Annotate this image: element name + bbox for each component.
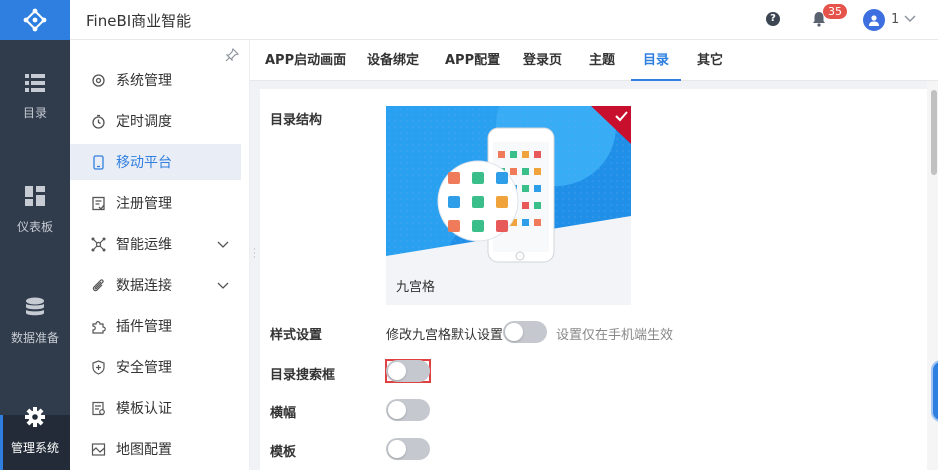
submenu-item-plugins[interactable]: 插件管理 <box>70 308 241 344</box>
logo[interactable] <box>0 0 70 40</box>
toggle-knob <box>505 323 523 341</box>
chevron-down-icon <box>217 282 229 289</box>
timer-icon <box>90 113 106 129</box>
submenu-label: 插件管理 <box>116 319 172 335</box>
floating-assistant-button[interactable] <box>931 360 938 422</box>
submenu-label: 智能运维 <box>116 237 172 253</box>
template-toggle[interactable] <box>386 438 430 460</box>
nine-grid-preview[interactable] <box>386 106 631 271</box>
submenu-label: 移动平台 <box>116 155 172 171</box>
submenu-item-schedule[interactable]: 定时调度 <box>70 103 241 139</box>
style-setting-option: 修改九宫格默认设置 <box>386 328 504 343</box>
submenu-label: 地图配置 <box>116 442 172 458</box>
pin-icon[interactable] <box>225 48 239 62</box>
chevron-down-icon <box>217 241 229 248</box>
template-label: 模板 <box>270 445 297 460</box>
admin-submenu: 系统管理 定时调度 移动平台 注册管理 智能运维 数据连接 插件管理 安全管理 … <box>70 40 250 470</box>
register-icon <box>90 195 106 211</box>
banner-toggle[interactable] <box>386 399 430 421</box>
catalog-structure-label: 目录结构 <box>270 113 323 128</box>
chevron-down-icon[interactable] <box>904 12 916 24</box>
nav-label: 管理系统 <box>10 441 59 455</box>
tab-device-binding[interactable]: 设备绑定 <box>367 40 419 81</box>
preview-caption: 九宫格 <box>386 271 631 305</box>
submenu-label: 系统管理 <box>116 73 172 89</box>
gear-icon <box>25 407 45 427</box>
tab-app-config[interactable]: APP配置 <box>445 40 500 81</box>
shield-icon <box>90 359 106 375</box>
submenu-item-system[interactable]: 系统管理 <box>70 62 241 98</box>
style-setting-hint: 设置仅在手机端生效 <box>556 328 674 343</box>
puzzle-icon <box>90 318 106 334</box>
tab-app-splash[interactable]: APP启动画面 <box>265 40 346 81</box>
search-box-toggle[interactable] <box>386 360 430 382</box>
tab-login-page[interactable]: 登录页 <box>523 40 562 81</box>
tab-other[interactable]: 其它 <box>697 40 723 81</box>
database-icon <box>26 297 44 316</box>
resize-handle[interactable]: · · · <box>253 246 256 263</box>
settings-icon <box>90 72 106 88</box>
nav-item-data-prep[interactable]: 数据准备 <box>0 297 70 361</box>
notification-badge: 35 <box>823 4 847 19</box>
map-icon <box>90 441 106 457</box>
banner-label: 横幅 <box>270 406 297 421</box>
submenu-label: 安全管理 <box>116 360 172 376</box>
certificate-icon <box>90 400 106 416</box>
tab-catalog[interactable]: 目录 <box>630 40 682 81</box>
toggle-knob <box>388 401 406 419</box>
top-bar: FineBI商业智能 ? 35 1 <box>0 0 938 40</box>
nav-label: 数据准备 <box>10 331 59 345</box>
help-icon[interactable]: ? <box>766 12 780 26</box>
submenu-label: 定时调度 <box>116 114 172 130</box>
submenu-item-map-config[interactable]: 地图配置 <box>70 431 241 467</box>
scrollbar-thumb[interactable] <box>931 90 937 175</box>
toggle-knob <box>388 440 406 458</box>
nav-item-catalog[interactable]: 目录 <box>0 74 70 138</box>
avatar[interactable] <box>863 9 885 31</box>
left-nav: 目录 仪表板 数据准备 管理系统 <box>0 40 70 470</box>
submenu-label: 注册管理 <box>116 196 172 212</box>
search-box-label: 目录搜索框 <box>270 368 336 383</box>
network-icon <box>90 236 106 252</box>
submenu-item-registration[interactable]: 注册管理 <box>70 185 241 221</box>
mobile-icon <box>90 154 106 170</box>
preview-image <box>386 106 631 271</box>
logo-icon <box>23 8 47 32</box>
link-icon <box>90 277 106 293</box>
submenu-item-template-cert[interactable]: 模板认证 <box>70 390 241 426</box>
nav-label: 仪表板 <box>16 220 53 234</box>
app-title: FineBI商业智能 <box>86 12 192 30</box>
user-name[interactable]: 1 <box>891 12 899 27</box>
style-setting-toggle[interactable] <box>503 321 547 343</box>
submenu-item-ops[interactable]: 智能运维 <box>70 226 241 262</box>
style-setting-label: 样式设置 <box>270 328 323 343</box>
submenu-label: 数据连接 <box>116 278 172 294</box>
tab-bar: APP启动画面 设备绑定 APP配置 登录页 主题 目录 其它 <box>250 40 938 81</box>
submenu-label: 模板认证 <box>116 401 172 417</box>
submenu-item-mobile[interactable]: 移动平台 <box>70 144 241 180</box>
user-icon <box>869 15 879 26</box>
dashboard-icon <box>25 186 45 206</box>
tab-theme[interactable]: 主题 <box>589 40 615 81</box>
submenu-item-data-connection[interactable]: 数据连接 <box>70 267 241 303</box>
submenu-item-security[interactable]: 安全管理 <box>70 349 241 385</box>
toggle-knob <box>388 362 406 380</box>
nav-item-admin[interactable]: 管理系统 <box>0 407 70 470</box>
list-icon <box>25 74 45 92</box>
nav-item-dashboard[interactable]: 仪表板 <box>0 186 70 250</box>
nav-label: 目录 <box>22 106 47 120</box>
